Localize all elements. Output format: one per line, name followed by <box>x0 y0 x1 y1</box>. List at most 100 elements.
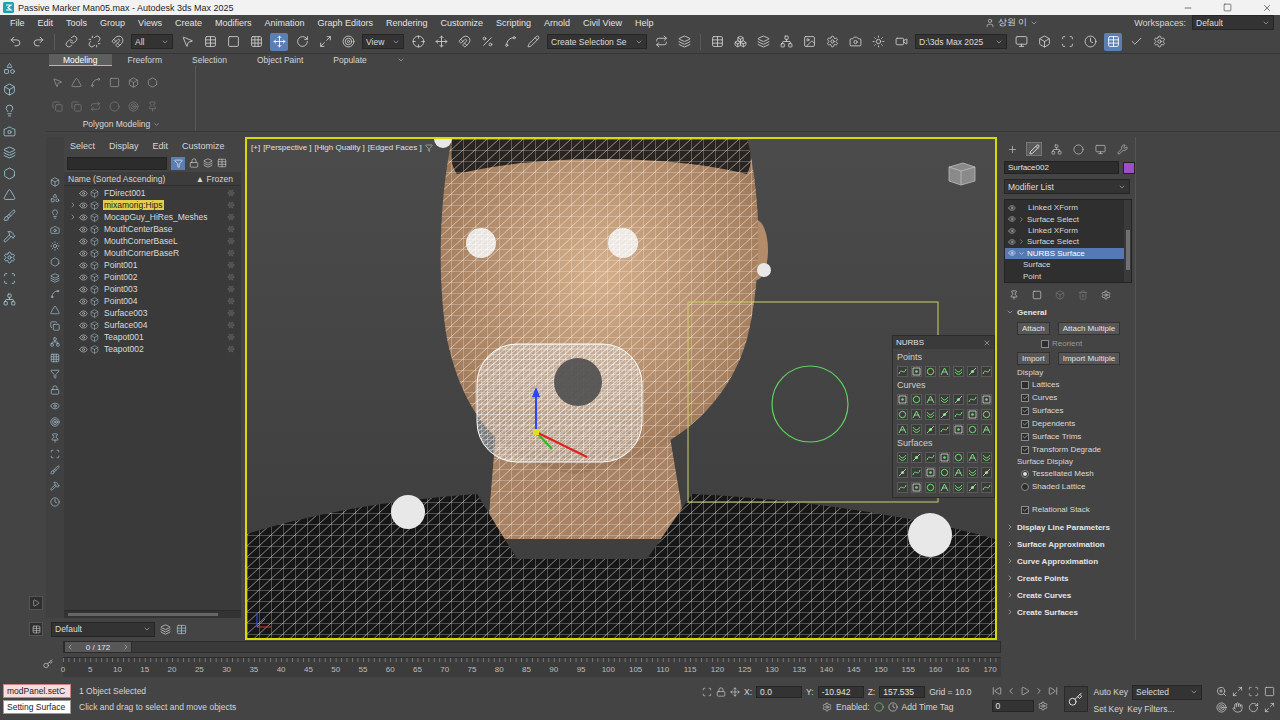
nurbs-tool-icon[interactable] <box>897 482 908 493</box>
visibility-icon[interactable] <box>79 201 88 210</box>
schematic-icon[interactable] <box>780 35 793 48</box>
configure-sets-icon[interactable] <box>1101 290 1111 300</box>
viewport[interactable]: [+][Perspective ][High Quality ][Edged F… <box>245 137 997 640</box>
visibility-icon[interactable] <box>79 213 88 222</box>
visibility-icon[interactable] <box>79 285 88 294</box>
timeline-ruler[interactable]: 0510152025303540455055606570758085909510… <box>63 657 1001 677</box>
nurbs-tool-icon[interactable] <box>925 424 936 435</box>
rollout-arrow-icon[interactable] <box>1006 308 1014 316</box>
viewport-menu[interactable]: [+] <box>251 143 260 152</box>
attach-button[interactable]: Attach Multiple <box>1058 322 1120 335</box>
command-panel-tab[interactable] <box>1114 142 1130 156</box>
nurbs-tool-icon[interactable] <box>897 467 908 478</box>
set-key-button[interactable] <box>1064 686 1088 712</box>
modifier-list-dropdown[interactable]: Modifier List <box>1004 179 1130 194</box>
ribbon-tool-icon[interactable] <box>52 101 63 112</box>
enabled-toggle-icon[interactable] <box>874 702 884 712</box>
ribbon-tool-icon[interactable] <box>147 101 158 112</box>
nurbs-tool-icon[interactable] <box>953 394 964 405</box>
nurbs-tool-icon[interactable] <box>925 482 936 493</box>
next-key-icon[interactable] <box>1034 686 1044 696</box>
rollout-arrow-icon[interactable] <box>1006 608 1014 616</box>
frozen-icon[interactable] <box>227 225 235 233</box>
modifier-visibility-icon[interactable] <box>1008 215 1016 223</box>
object-type-icon[interactable] <box>90 261 99 270</box>
show-end-result-icon[interactable] <box>1032 290 1042 300</box>
modifier-stack-row[interactable]: Linked XForm <box>1005 225 1124 236</box>
rollout-arrow-icon[interactable] <box>1006 557 1014 565</box>
absolute-mode-icon[interactable] <box>730 687 740 697</box>
reference-coord-dropdown[interactable]: View <box>362 34 404 49</box>
chevron-down-icon[interactable] <box>1118 183 1126 191</box>
checkbox-row[interactable]: Reorient <box>1041 338 1135 349</box>
nurbs-tool-icon[interactable] <box>911 452 922 463</box>
tool-button[interactable] <box>293 33 311 51</box>
frozen-icon[interactable] <box>227 213 235 221</box>
explorer-row[interactable]: Teapot002 <box>64 343 241 355</box>
tool-button[interactable] <box>846 33 864 51</box>
tool-button[interactable] <box>339 33 357 51</box>
tool-button[interactable] <box>731 33 749 51</box>
explorer-tool-icon[interactable] <box>50 433 60 443</box>
check-icon[interactable] <box>1022 433 1029 440</box>
nurbs-tool-icon[interactable] <box>939 394 950 405</box>
explorer-row[interactable]: MouthCenterBase <box>64 223 241 235</box>
rollout-header[interactable]: Create Curves <box>1001 588 1135 602</box>
current-frame-field[interactable]: 0 <box>992 700 1034 712</box>
explorer-icon[interactable] <box>32 625 41 634</box>
left-tool-icon[interactable] <box>3 104 16 117</box>
orbit-icon[interactable] <box>1248 702 1259 713</box>
menu-item[interactable]: Create <box>175 18 202 28</box>
frozen-icon[interactable] <box>227 297 235 305</box>
ribbon-tool-icon[interactable] <box>128 101 139 112</box>
explorer-tool-icon[interactable] <box>50 225 60 235</box>
maximize-viewport-icon[interactable] <box>1264 702 1275 713</box>
time-slider[interactable]: 0 / 172 <box>63 641 1001 653</box>
check-icon[interactable] <box>1130 35 1143 48</box>
nurbs-tool-icon[interactable] <box>911 394 922 405</box>
nurbs-tool-icon[interactable] <box>981 409 992 420</box>
explorer-tool-icon[interactable] <box>50 177 60 187</box>
nurbs-tool-icon[interactable] <box>953 409 964 420</box>
visibility-icon[interactable] <box>79 321 88 330</box>
undo-redo-icon[interactable] <box>9 35 22 48</box>
attach-button[interactable]: Attach <box>1017 322 1050 335</box>
edit-selection-icon[interactable] <box>527 35 540 48</box>
modifier-stack-row[interactable]: Linked XForm <box>1005 202 1124 213</box>
nurbs-tool-icon[interactable] <box>981 467 992 478</box>
snap-icon[interactable] <box>458 35 471 48</box>
object-type-icon[interactable] <box>90 333 99 342</box>
explorer-menu-item[interactable]: Select <box>70 141 95 151</box>
minimize-icon[interactable] <box>1183 3 1193 13</box>
expand-arrow-icon[interactable] <box>1018 238 1025 245</box>
modifier-stack-row[interactable]: NURBS Surface <box>1005 248 1124 259</box>
viewport-label[interactable]: [+][Perspective ][High Quality ][Edged F… <box>251 143 433 152</box>
filter-button[interactable] <box>171 157 185 170</box>
checkbox-row[interactable]: Surfaces <box>1021 405 1135 416</box>
ribbon-tool-icon[interactable] <box>90 77 101 88</box>
isolate-icon[interactable] <box>702 687 712 697</box>
explorer-row[interactable]: Point002 <box>64 271 241 283</box>
explorer-tool-icon[interactable] <box>50 417 60 427</box>
frozen-icon[interactable] <box>227 237 235 245</box>
explorer-menu-item[interactable]: Display <box>109 141 139 151</box>
explorer-row[interactable]: Point004 <box>64 295 241 307</box>
ribbon-tool-icon[interactable] <box>71 77 82 88</box>
menu-item[interactable]: Graph Editors <box>317 18 373 28</box>
select-icon[interactable] <box>181 35 194 48</box>
nurbs-tool-icon[interactable] <box>967 467 978 478</box>
rollout-header[interactable]: Display Line Parameters <box>1001 520 1135 534</box>
selection-filter-dropdown[interactable]: All <box>131 34 173 49</box>
explorer-tool-icon[interactable] <box>50 401 60 411</box>
left-tool-icon[interactable] <box>3 209 16 222</box>
tool-button[interactable] <box>178 33 196 51</box>
check-icon[interactable] <box>1022 446 1029 453</box>
go-to-start-icon[interactable] <box>992 686 1002 696</box>
explorer-menu-item[interactable]: Edit <box>153 141 169 151</box>
modifier-visibility-icon[interactable] <box>1008 238 1016 246</box>
hierarchy-icon[interactable] <box>203 158 213 168</box>
time-configuration-icon[interactable] <box>1038 701 1048 711</box>
undo-redo-icon[interactable] <box>32 35 45 48</box>
explorer-tool-icon[interactable] <box>50 209 60 219</box>
tool-button[interactable] <box>652 33 670 51</box>
